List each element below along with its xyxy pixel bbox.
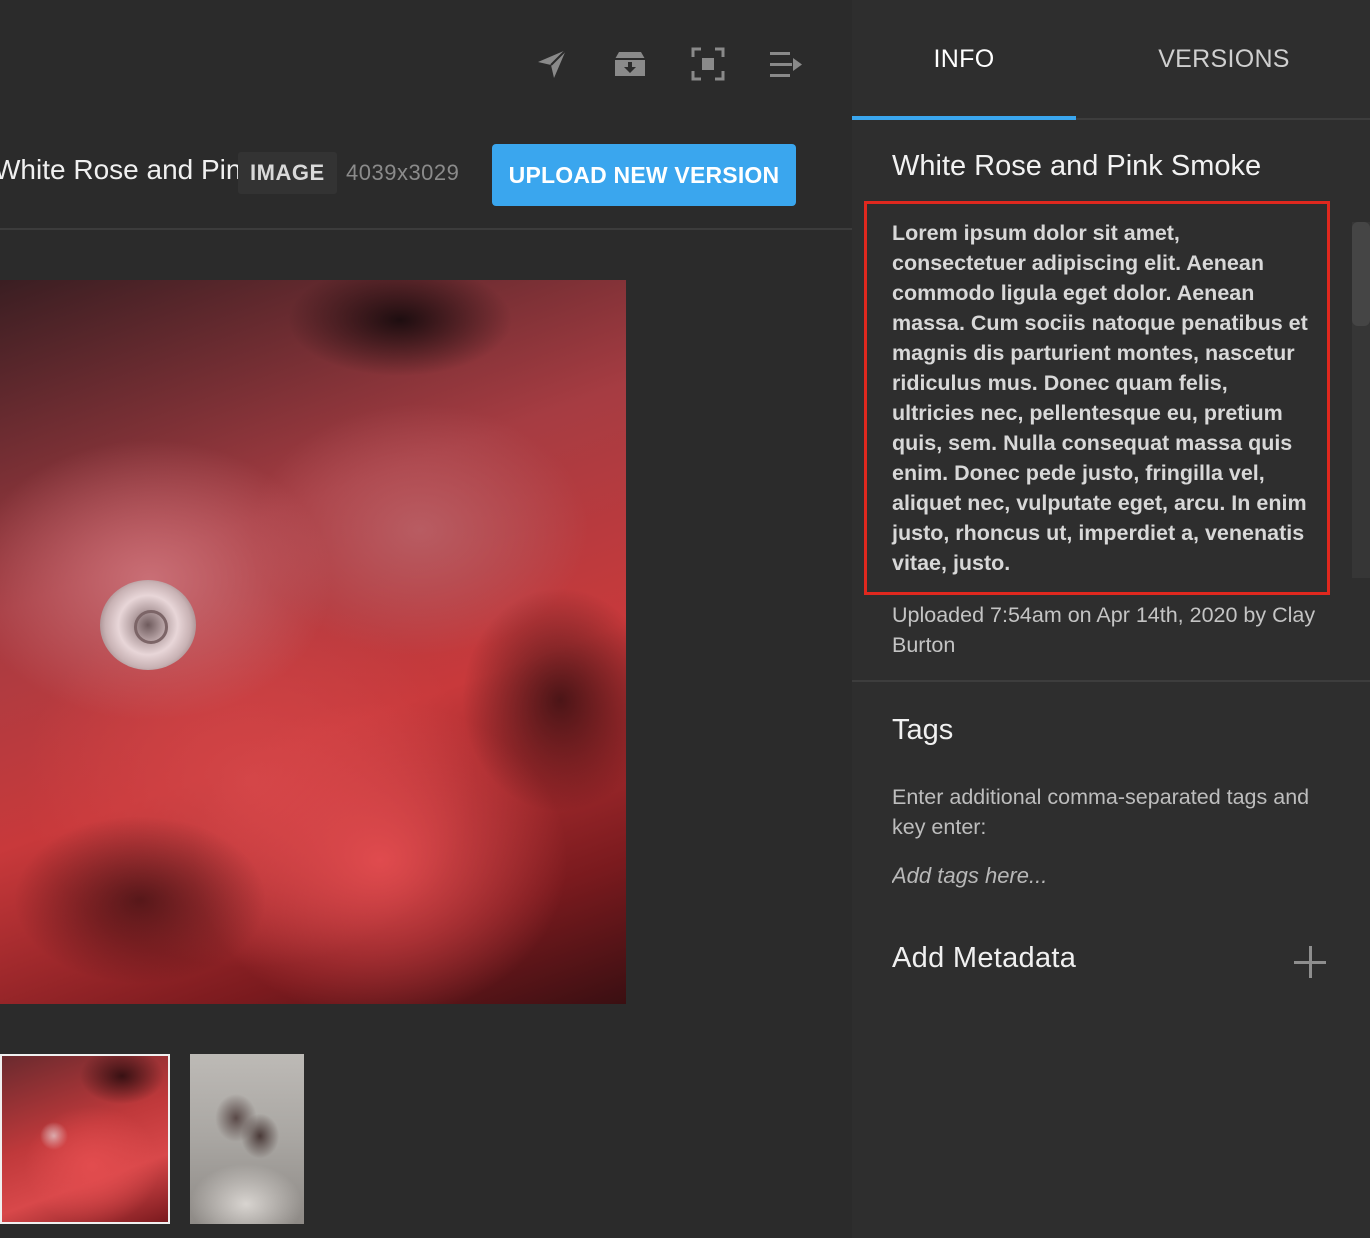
asset-dimensions: 4039x3029 (346, 160, 460, 185)
upload-info: Uploaded 7:54am on Apr 14th, 2020 by Cla… (892, 603, 1316, 657)
asset-type-badge: IMAGE (238, 152, 337, 194)
plus-icon[interactable] (1292, 944, 1328, 980)
collapse-panel-icon[interactable] (766, 44, 806, 84)
rose-detail (100, 580, 196, 670)
panel-title: White Rose and Pink Smoke (892, 150, 1262, 182)
upload-new-version-button[interactable]: UPLOAD NEW VERSION (492, 144, 796, 206)
description-text[interactable]: Lorem ipsum dolor sit amet, consectetuer… (892, 218, 1310, 578)
main-image-preview[interactable] (0, 280, 626, 1004)
tags-heading: Tags (892, 714, 954, 746)
scrollbar-thumb[interactable] (1352, 222, 1370, 326)
send-icon[interactable] (532, 44, 572, 84)
divider (852, 680, 1370, 682)
thumbnail-selected[interactable] (0, 1054, 170, 1224)
info-panel: INFO VERSIONS White Rose and Pink Smoke … (852, 0, 1370, 1238)
asset-title: White Rose and Pink Smoke (0, 154, 238, 185)
tags-help-text: Enter additional comma-separated tags an… (892, 785, 1310, 839)
tab-info[interactable]: INFO (852, 0, 1076, 120)
focus-frame-icon[interactable] (688, 44, 728, 84)
add-metadata-heading: Add Metadata (892, 942, 1077, 974)
thumbnail[interactable] (190, 1054, 304, 1224)
panel-tabs: INFO VERSIONS (852, 0, 1370, 120)
archive-download-icon[interactable] (610, 44, 650, 84)
tags-input[interactable] (892, 858, 1322, 894)
divider (0, 228, 852, 230)
active-tab-indicator (852, 116, 1076, 120)
asset-viewer: White Rose and Pink Smoke IMAGE 4039x302… (0, 0, 852, 1238)
tab-versions[interactable]: VERSIONS (1112, 0, 1336, 120)
